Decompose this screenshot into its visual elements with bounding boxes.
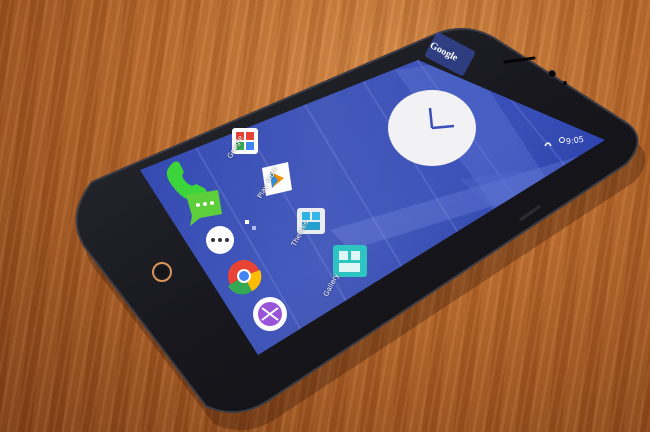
clock-widget[interactable] xyxy=(388,90,476,166)
page-indicator-dot xyxy=(252,226,256,230)
smartphone-photo xyxy=(75,27,646,431)
front-camera xyxy=(548,70,556,78)
app-drawer-icon[interactable] xyxy=(206,226,234,254)
camera-icon[interactable] xyxy=(253,297,287,331)
proximity-sensor xyxy=(563,81,567,85)
page-indicator-dot xyxy=(245,220,249,224)
gallery-icon[interactable] xyxy=(333,245,367,277)
photo-scene: Google 9:05 Google Play Store Themes Gal… xyxy=(0,0,650,432)
